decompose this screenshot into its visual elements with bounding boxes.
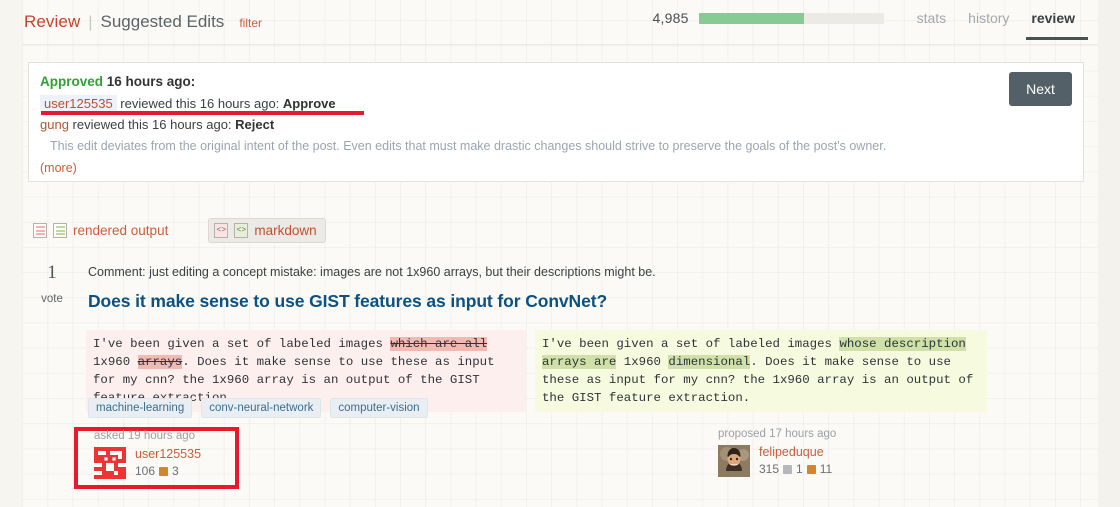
photo-avatar[interactable]: [718, 445, 750, 477]
diff-lines-added-icon: [53, 223, 67, 238]
asker-username[interactable]: user125535: [135, 447, 201, 461]
bronze-badge-icon: [806, 464, 816, 474]
diff-left-text-2: 1x960: [93, 355, 138, 369]
review-result-panel: Approved 16 hours ago: user125535 review…: [28, 62, 1084, 182]
toggle-markdown-label: markdown: [254, 223, 317, 238]
code-added-icon: <>: [234, 223, 249, 238]
review-entry-1-action: Approve: [282, 96, 336, 111]
toggle-rendered-output[interactable]: rendered output: [28, 219, 176, 242]
vote-label: vote: [41, 293, 63, 305]
user-card-proposer-info: felipeduque 315 1 11: [759, 445, 832, 477]
proposer-reputation: 315: [759, 462, 780, 476]
identicon-avatar[interactable]: [94, 447, 126, 479]
proposer-silver-count: 1: [796, 462, 803, 476]
review-entry-2-user[interactable]: gung: [40, 117, 69, 132]
review-entry-2-text: reviewed this 16 hours ago:: [72, 117, 232, 132]
tag-machine-learning[interactable]: machine-learning: [88, 398, 193, 418]
red-underline-annotation: [41, 111, 364, 115]
asker-bronze-count: 3: [172, 464, 179, 478]
review-count: 4,985: [652, 10, 689, 26]
diff-right-text-2: 1x960: [616, 355, 669, 369]
reject-reason-text: This edit deviates from the original int…: [50, 139, 887, 153]
review-status-time: 16 hours ago:: [106, 74, 196, 89]
question-title[interactable]: Does it make sense to use GIST features …: [88, 291, 607, 312]
user-card-asker-row: user125535 106 3: [94, 447, 201, 479]
diff-deleted-1: which are all: [390, 337, 488, 351]
diff-pane-proposed: I've been given a set of labeled images …: [535, 330, 987, 412]
progress-bar: [698, 12, 884, 24]
review-entry-1-text: reviewed this 16 hours ago:: [120, 96, 280, 111]
user-card-proposer-row: felipeduque 315 1 11: [718, 445, 836, 477]
diff-inserted-2: dimensional: [668, 355, 751, 369]
breadcrumb-review[interactable]: Review: [24, 12, 80, 32]
toggle-markdown[interactable]: <> <> markdown: [208, 218, 326, 243]
tab-history[interactable]: history: [957, 10, 1020, 26]
proposer-bronze-count: 11: [819, 462, 833, 476]
review-entry-1-user[interactable]: user125535: [40, 95, 117, 112]
code-removed-icon: <>: [214, 223, 229, 238]
next-button[interactable]: Next: [1009, 72, 1072, 106]
user-card-asker-info: user125535 106 3: [135, 447, 201, 479]
proposed-timestamp: proposed 17 hours ago: [718, 428, 837, 440]
review-status-badge: Approved: [40, 74, 104, 89]
bronze-badge-icon: [159, 466, 169, 476]
vote-count: 1: [47, 262, 57, 283]
review-entry-2-action: Reject: [235, 117, 275, 132]
proposer-reputation-row: 315 1 11: [759, 462, 832, 476]
diff-lines-removed-icon: [33, 223, 47, 238]
tag-computer-vision[interactable]: computer-vision: [330, 398, 428, 418]
header-stats-group: 4,985 stats history review: [652, 10, 1088, 40]
header-title-group: Review | Suggested Edits filter: [24, 12, 262, 32]
vote-column: 1 vote: [32, 262, 72, 305]
review-entry-1: user125535 reviewed this 16 hours ago: A…: [40, 95, 336, 112]
review-status-line: Approved 16 hours ago:: [40, 74, 195, 89]
asker-reputation-row: 106 3: [135, 464, 201, 478]
view-mode-toggles: rendered output <> <> markdown: [28, 218, 326, 243]
asker-reputation: 106: [135, 464, 156, 478]
silver-badge-icon: [783, 464, 793, 474]
user-card-proposer: proposed 17 hours ago felipeduque 315 1 …: [718, 428, 836, 477]
diff-deleted-2: arrays: [137, 355, 183, 369]
tab-stats[interactable]: stats: [906, 10, 958, 26]
more-link[interactable]: (more): [40, 161, 77, 175]
toggle-rendered-output-label: rendered output: [73, 223, 169, 238]
filter-link[interactable]: filter: [239, 16, 262, 30]
proposer-username[interactable]: felipeduque: [759, 445, 832, 459]
review-entry-2: gung reviewed this 16 hours ago: Reject: [40, 117, 274, 132]
tag-conv-neural-network[interactable]: conv-neural-network: [201, 398, 322, 418]
asked-timestamp: asked 19 hours ago: [94, 430, 196, 442]
page-header: Review | Suggested Edits filter 4,985 st…: [22, 0, 1098, 44]
tab-review[interactable]: review: [1020, 10, 1088, 40]
user-card-asker: asked 19 hours ago user125535 106 3: [94, 430, 201, 479]
tag-list: machine-learning conv-neural-network com…: [88, 398, 428, 418]
diff-left-text-1: I've been given a set of labeled images: [93, 337, 391, 351]
breadcrumb-separator: |: [88, 14, 93, 31]
diff-right-text-1: I've been given a set of labeled images: [542, 337, 840, 351]
progress-bar-fill: [698, 12, 805, 24]
edit-comment: Comment: just editing a concept mistake:…: [88, 265, 656, 279]
breadcrumb-suggested-edits: Suggested Edits: [100, 12, 225, 31]
header-divider: [22, 44, 1098, 45]
